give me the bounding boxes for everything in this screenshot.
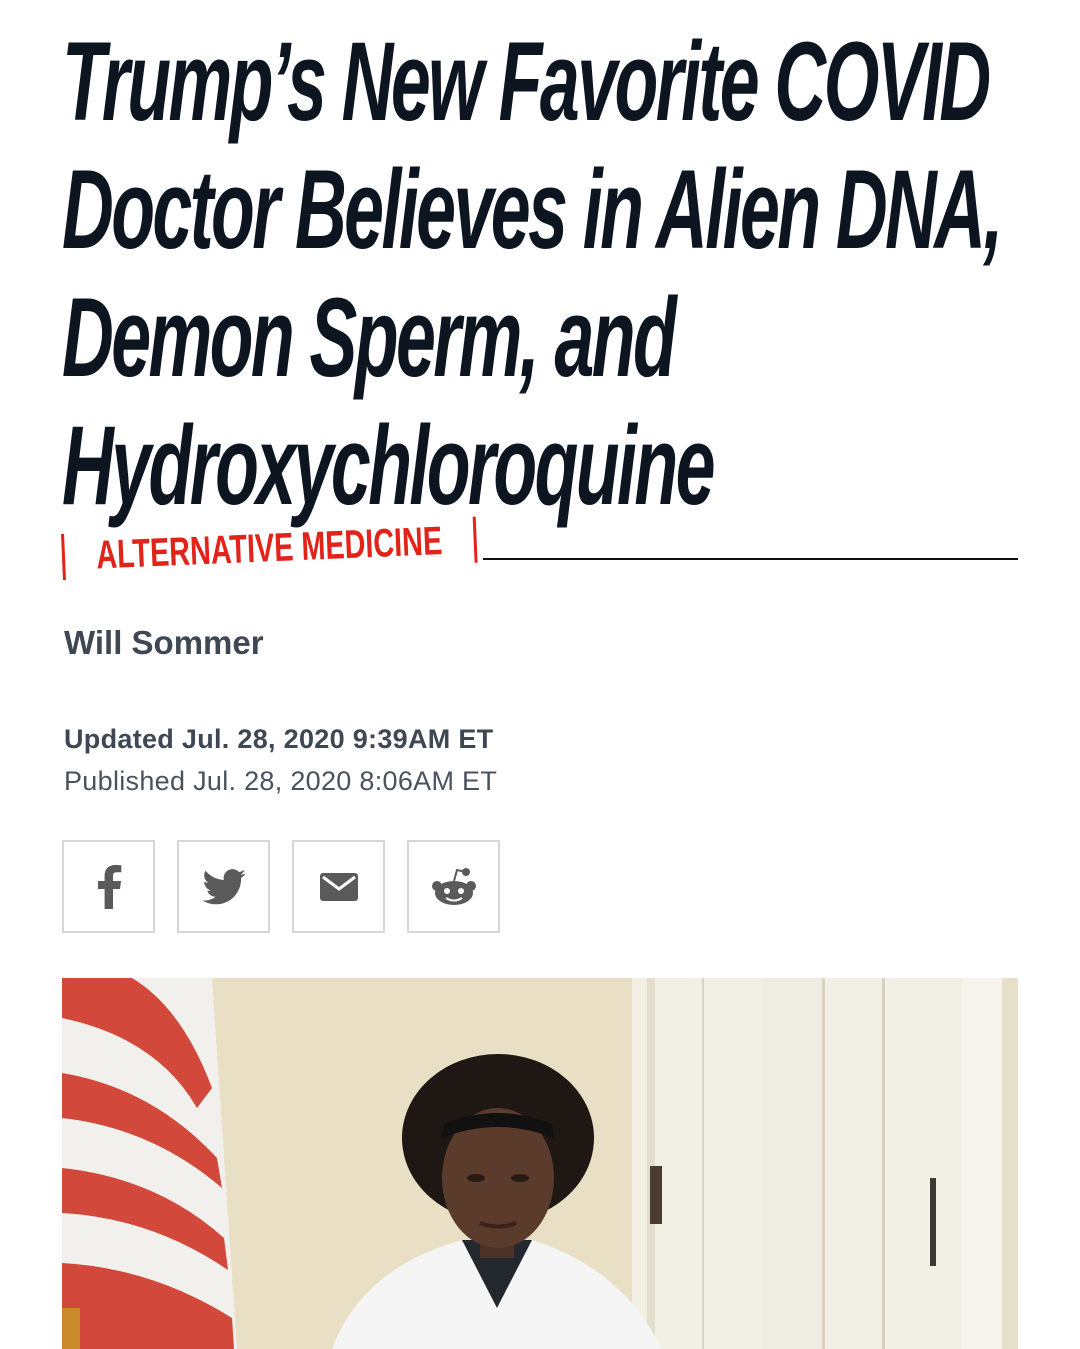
category-bar-right bbox=[472, 516, 478, 563]
category-rule: ALTERNATIVE MEDICINE bbox=[61, 516, 1018, 590]
email-icon bbox=[319, 872, 358, 901]
headline-line: Doctor Believes in Alien DNA, bbox=[62, 147, 1003, 272]
share-email-button[interactable] bbox=[292, 840, 385, 933]
headline-line: Demon Sperm, and bbox=[62, 275, 677, 400]
category-bar-left bbox=[61, 533, 66, 580]
american-flag bbox=[62, 978, 237, 1349]
twitter-icon bbox=[201, 868, 246, 904]
reddit-icon bbox=[431, 867, 476, 905]
category-tag[interactable]: ALTERNATIVE MEDICINE bbox=[61, 516, 478, 580]
share-reddit-button[interactable] bbox=[407, 840, 500, 933]
headline-line: Trump’s New Favorite COVID bbox=[62, 19, 991, 144]
headline-line: Hydroxychloroquine bbox=[62, 403, 715, 528]
photo-illustration bbox=[62, 978, 1018, 1349]
facebook-icon bbox=[97, 864, 121, 909]
share-twitter-button[interactable] bbox=[177, 840, 270, 933]
author-name[interactable]: Will Sommer bbox=[64, 624, 264, 662]
share-facebook-button[interactable] bbox=[62, 840, 155, 933]
updated-timestamp: Updated Jul. 28, 2020 9:39AM ET bbox=[64, 724, 494, 754]
article-hero-image[interactable] bbox=[62, 978, 1018, 1349]
share-bar bbox=[62, 840, 500, 933]
published-timestamp: Published Jul. 28, 2020 8:06AM ET bbox=[64, 766, 498, 796]
category-divider bbox=[482, 558, 1018, 560]
category-label[interactable]: ALTERNATIVE MEDICINE bbox=[85, 518, 453, 578]
article-headline: Trump’s New Favorite COVID Doctor Believ… bbox=[62, 18, 1003, 530]
